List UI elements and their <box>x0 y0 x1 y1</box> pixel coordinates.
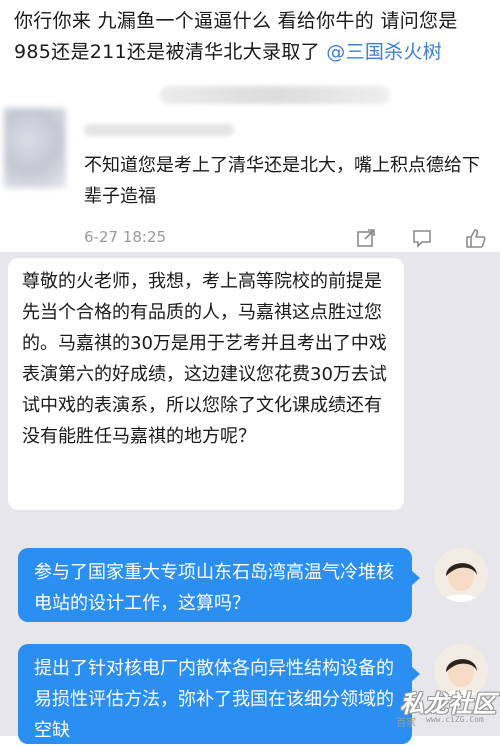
mention-link[interactable]: @三国杀火树 <box>326 41 442 63</box>
incoming-message-text: 尊敬的火老师，我想，考上高等院校的前提是先当个合格的有品质的人，马嘉祺这点胜过您… <box>22 271 387 447</box>
post-text: 你行你来 九漏鱼一个逼逼什么 看给你牛的 请问您是985还是211还是被清华北大… <box>14 6 490 68</box>
bubble-tail <box>411 666 420 682</box>
watermark: 私龙社区 百家 www.ciZG.Com <box>396 684 496 732</box>
bubble-tail <box>411 570 420 586</box>
like-icon[interactable] <box>464 226 488 250</box>
weibo-post-area: 你行你来 九漏鱼一个逼逼什么 看给你牛的 请问您是985还是211还是被清华北大… <box>0 0 500 260</box>
person-avatar-icon <box>434 548 488 602</box>
outgoing-message-bubble[interactable]: 提出了针对核电厂内散体各向异性结构设备的易损性评估方法，弥补了我国在该细分领域的… <box>18 644 420 744</box>
avatar[interactable] <box>4 108 66 188</box>
watermark-url: www.ciZG.Com <box>426 715 484 724</box>
comment-icon[interactable] <box>410 226 434 250</box>
reply-timestamp: 6-27 18:25 <box>84 228 167 246</box>
outgoing-message-text: 参与了国家重大专项山东石岛湾高温气冷堆核电站的设计工作，这算吗？ <box>34 562 394 614</box>
blurred-username <box>84 124 234 136</box>
outgoing-message-bubble[interactable]: 参与了国家重大专项山东石岛湾高温气冷堆核电站的设计工作，这算吗？ <box>18 548 420 622</box>
reply-meta-row: 6-27 18:25 <box>84 226 490 250</box>
avatar[interactable] <box>434 548 488 602</box>
share-icon[interactable] <box>354 226 378 250</box>
blurred-content <box>160 86 390 104</box>
watermark-site: 百家 <box>396 718 416 729</box>
outgoing-message-text: 提出了针对核电厂内散体各向异性结构设备的易损性评估方法，弥补了我国在该细分领域的… <box>34 658 394 741</box>
reply-text: 不知道您是考上了清华还是北大，嘴上积点德给下辈子造福 <box>84 155 480 207</box>
incoming-message-bubble[interactable]: 尊敬的火老师，我想，考上高等院校的前提是先当个合格的有品质的人，马嘉祺这点胜过您… <box>8 258 404 510</box>
chat-area: 尊敬的火老师，我想，考上高等院校的前提是先当个合格的有品质的人，马嘉祺这点胜过您… <box>0 252 500 744</box>
